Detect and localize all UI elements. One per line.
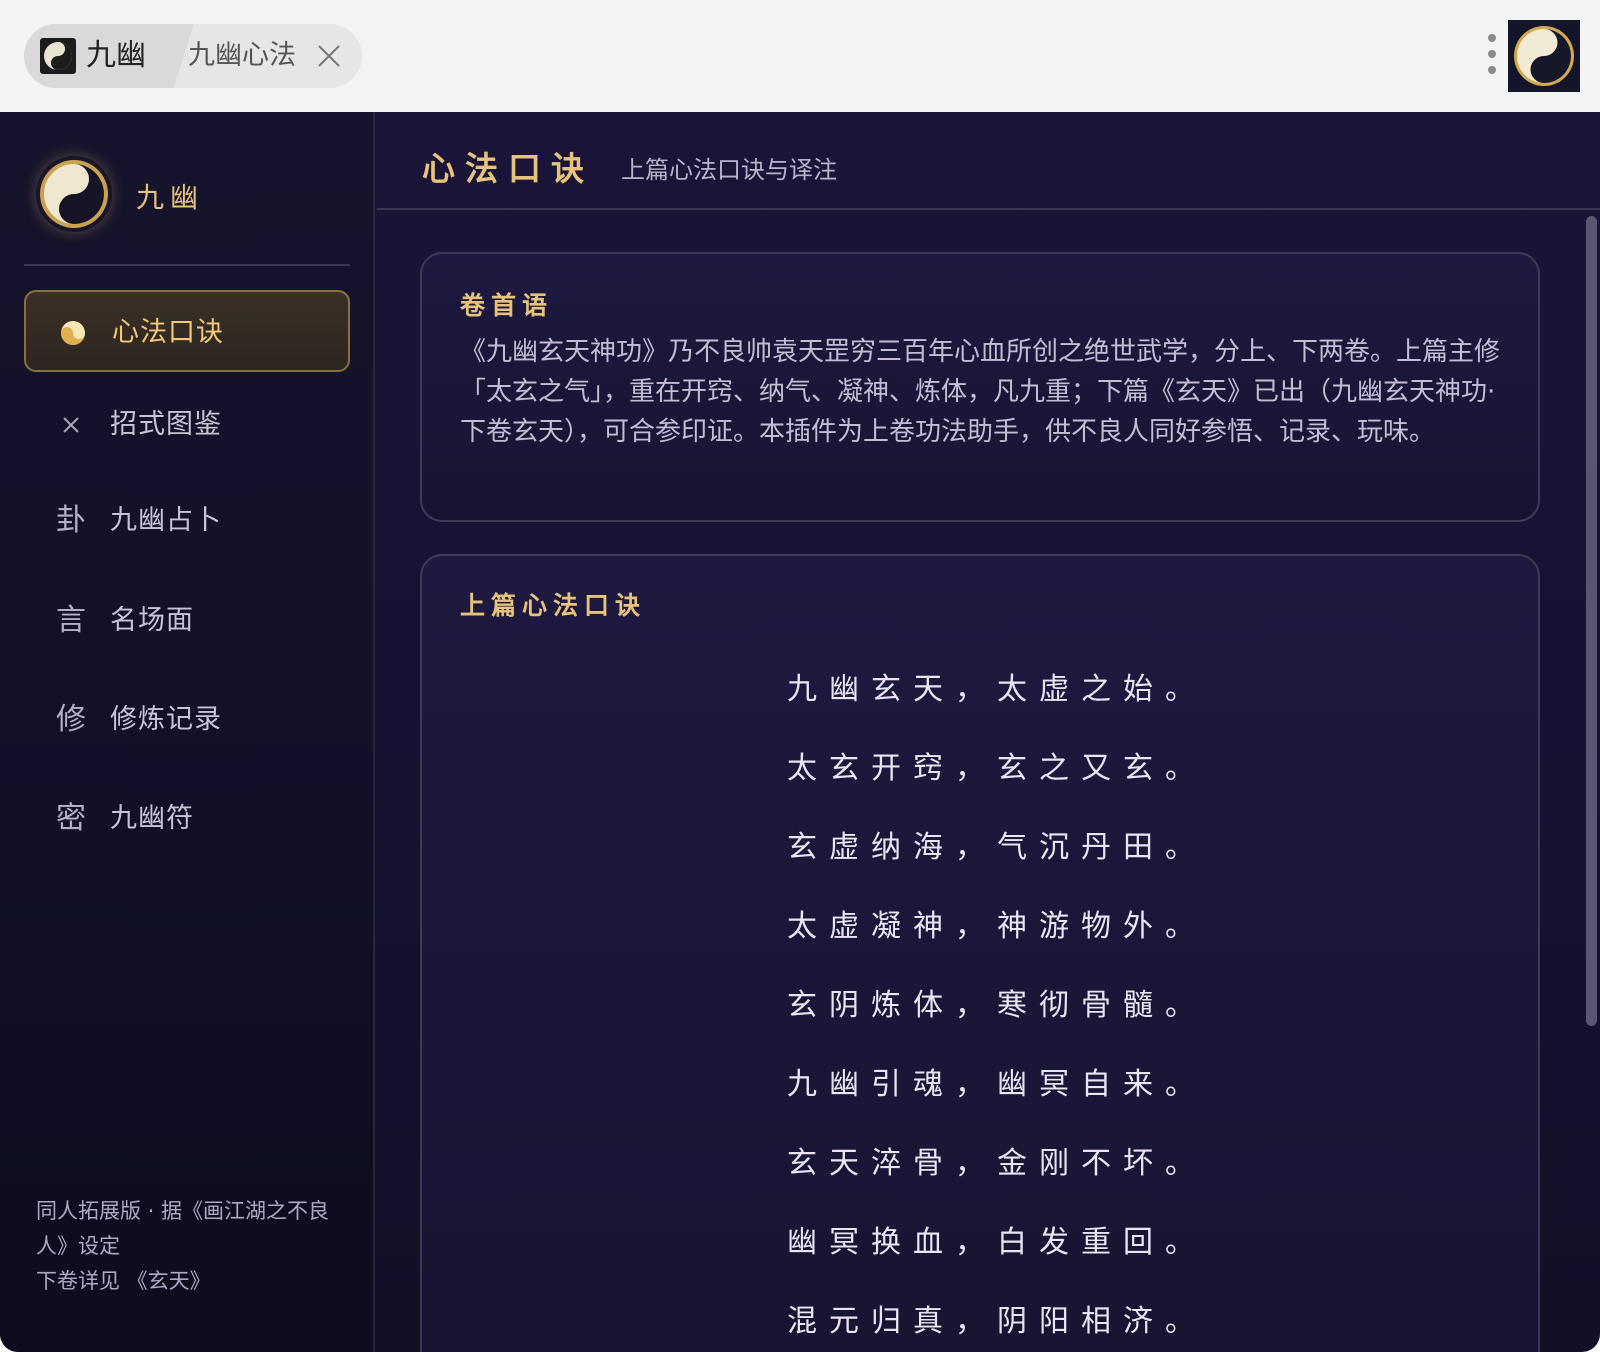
talisman-icon: 密: [56, 801, 86, 836]
card-title: 卷首语: [460, 291, 554, 320]
sidebar-item-talisman[interactable]: 密 九幽符: [24, 778, 350, 860]
tab-strip: 九幽 九幽心法: [24, 24, 362, 88]
cultivation-icon: 修: [56, 702, 86, 737]
verse-line: 九幽引魂，幽冥自来。: [787, 1067, 1207, 1102]
quote-icon: 言: [56, 603, 86, 638]
footer-line: 下卷详见 《玄天》: [36, 1269, 211, 1293]
sidebar-item-label: 心法口诀: [112, 317, 224, 348]
sidebar-footer: 同人拓展版 · 据《画江湖之不良人》设定 下卷详见 《玄天》: [36, 1194, 346, 1299]
scrollbar-thumb[interactable]: [1586, 216, 1597, 1026]
sidebar-item-label: 九幽占卜: [110, 505, 222, 536]
crossed-swords-icon: [52, 406, 90, 444]
tab-app[interactable]: 九幽: [24, 24, 194, 88]
verse-line: 混元归真，阴阳相济。: [787, 1304, 1207, 1339]
sidebar-item-mantra[interactable]: 心法口诀: [24, 290, 350, 372]
sidebar-item-divination[interactable]: 卦 九幽占卜: [24, 480, 350, 562]
verse-line: 玄虚纳海，气沉丹田。: [787, 830, 1207, 865]
sidebar-item-label: 名场面: [110, 605, 194, 636]
sidebar-item-label: 九幽符: [110, 803, 194, 834]
divination-icon: 卦: [56, 503, 86, 538]
tab-title[interactable]: 九幽心法: [188, 40, 296, 72]
page-title: 心法口诀: [422, 149, 594, 188]
browser-topbar: 九幽 九幽心法: [0, 0, 1600, 112]
sidebar-item-scenes[interactable]: 言 名场面: [24, 580, 350, 662]
verse-line: 九幽玄天，太虚之始。: [787, 672, 1207, 707]
app-window: 九幽 心法口诀 招式图鉴 卦 九幽占卜 言 名场面 修 修炼记录 密 九幽符 同…: [0, 112, 1600, 1352]
page-subtitle: 上篇心法口诀与译注: [621, 156, 837, 184]
close-icon[interactable]: [314, 41, 344, 71]
sidebar-item-moves[interactable]: 招式图鉴: [24, 384, 350, 466]
preface-card: 卷首语 《九幽玄天神功》乃不良帅袁天罡穷三百年心血所创之绝世武学，分上、下两卷。…: [420, 252, 1540, 522]
tab-app-title: 九幽: [86, 38, 146, 73]
sidebar-item-label: 招式图鉴: [110, 409, 222, 440]
sidebar-item-label: 修炼记录: [110, 704, 222, 735]
sidebar-item-records[interactable]: 修 修炼记录: [24, 679, 350, 761]
verse-line: 太虚凝神，神游物外。: [787, 909, 1207, 944]
verse-line: 玄阴炼体，寒彻骨髓。: [787, 988, 1207, 1023]
brand-logo-icon: [36, 156, 112, 232]
scrollbar[interactable]: [1583, 210, 1600, 1352]
yin-yang-icon: [54, 314, 92, 352]
verse-line: 幽冥换血，白发重回。: [787, 1225, 1207, 1260]
sidebar: 九幽 心法口诀 招式图鉴 卦 九幽占卜 言 名场面 修 修炼记录 密 九幽符 同…: [0, 112, 375, 1352]
verse-line: 太玄开窍，玄之又玄。: [787, 751, 1207, 786]
divider: [24, 264, 350, 266]
verse-line: 玄天淬骨，金刚不坏。: [787, 1146, 1207, 1181]
footer-line: 同人拓展版 · 据《画江湖之不良人》设定: [36, 1199, 330, 1258]
main-header: 心法口诀 上篇心法口诀与译注: [377, 112, 1600, 210]
preface-text: 《九幽玄天神功》乃不良帅袁天罡穷三百年心血所创之绝世武学，分上、下两卷。上篇主修…: [460, 337, 1501, 447]
more-menu-icon[interactable]: [1484, 30, 1500, 80]
card-title: 上篇心法口诀: [460, 591, 647, 620]
yin-yang-logo-icon[interactable]: [1508, 20, 1580, 92]
brand-name: 九幽: [136, 181, 205, 214]
yin-yang-icon: [40, 38, 76, 74]
verses-card: 上篇心法口诀 九幽玄天，太虚之始。 太玄开窍，玄之又玄。 玄虚纳海，气沉丹田。 …: [420, 554, 1540, 1352]
